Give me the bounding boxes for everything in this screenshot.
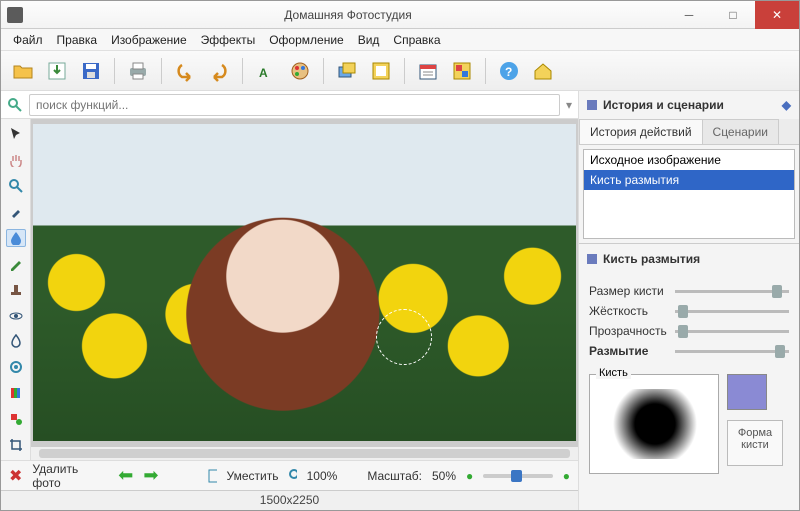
brush-color-swatch[interactable]: [727, 374, 767, 410]
collage-button[interactable]: [448, 57, 476, 85]
shapes-tool[interactable]: [6, 410, 26, 428]
stamp-tool[interactable]: [6, 281, 26, 299]
menu-view[interactable]: Вид: [352, 31, 386, 49]
save-button[interactable]: [77, 57, 105, 85]
brush-legend: Кисть: [596, 367, 631, 379]
panel-icon: [587, 254, 597, 264]
menu-edit[interactable]: Правка: [51, 31, 104, 49]
history-item[interactable]: Кисть размытия: [584, 170, 794, 190]
brush-cursor: [376, 309, 432, 365]
gradient-tool[interactable]: [6, 384, 26, 402]
bottom-bar: ✖ Удалить фото ⬅ ➡ Уместить 100% Масштаб…: [1, 460, 578, 490]
menubar: Файл Правка Изображение Эффекты Оформлен…: [1, 29, 799, 51]
tool-panel-title: Кисть размытия: [603, 252, 700, 266]
calendar-button[interactable]: [414, 57, 442, 85]
pointer-tool[interactable]: [6, 125, 26, 143]
blur-slider[interactable]: [675, 350, 789, 353]
next-button[interactable]: ➡: [143, 465, 158, 486]
smudge-tool[interactable]: [6, 332, 26, 350]
crop-tool[interactable]: [6, 436, 26, 454]
search-input[interactable]: [29, 94, 560, 116]
function-search-bar: ▾: [1, 91, 578, 119]
maximize-button[interactable]: □: [711, 1, 755, 29]
minimize-button[interactable]: ─: [667, 1, 711, 29]
hardness-label: Жёсткость: [589, 304, 669, 318]
menu-effects[interactable]: Эффекты: [195, 31, 262, 49]
history-list[interactable]: Исходное изображение Кисть размытия: [583, 149, 795, 239]
text-tool-button[interactable]: A: [252, 57, 280, 85]
zoom-100-button[interactable]: 100%: [307, 469, 338, 483]
horizontal-scrollbar[interactable]: [31, 446, 578, 460]
tool-panel-header: Кисть размытия: [579, 243, 799, 274]
size-label: Размер кисти: [589, 284, 669, 298]
help-button[interactable]: ?: [495, 57, 523, 85]
brush-shape-button[interactable]: Форма кисти: [727, 420, 783, 466]
tool-strip: [1, 119, 31, 460]
search-icon: [7, 97, 23, 113]
tab-history[interactable]: История действий: [579, 119, 703, 144]
frame-button[interactable]: [367, 57, 395, 85]
layers-button[interactable]: [333, 57, 361, 85]
right-panel-header: История и сценарии ◆: [579, 91, 799, 119]
canvas[interactable]: [31, 119, 578, 446]
menu-image[interactable]: Изображение: [105, 31, 193, 49]
fit-button[interactable]: Уместить: [227, 469, 279, 483]
scale-value: 50%: [432, 469, 456, 483]
import-button[interactable]: [43, 57, 71, 85]
app-icon: [7, 7, 23, 23]
blur-tool[interactable]: [6, 229, 26, 247]
svg-text:?: ?: [505, 65, 512, 79]
main-toolbar: A ?: [1, 51, 799, 91]
window-title: Домашняя Фотостудия: [29, 8, 667, 22]
status-bar: 1500x2250: [1, 490, 578, 510]
panel-icon: [587, 100, 597, 110]
collapse-icon[interactable]: ◆: [782, 98, 791, 112]
blur-label: Размытие: [589, 344, 669, 358]
print-button[interactable]: [124, 57, 152, 85]
panel-header-title: История и сценарии: [603, 98, 724, 112]
redo-button[interactable]: [205, 57, 233, 85]
size-slider[interactable]: [675, 290, 789, 293]
zoom100-icon: [289, 469, 297, 483]
zoom-tool[interactable]: [6, 177, 26, 195]
menu-decoration[interactable]: Оформление: [263, 31, 349, 49]
tab-scenarios[interactable]: Сценарии: [702, 119, 779, 144]
hardness-slider[interactable]: [675, 310, 789, 313]
menu-file[interactable]: Файл: [7, 31, 49, 49]
delete-icon[interactable]: ✖: [9, 466, 22, 486]
svg-text:A: A: [259, 66, 268, 80]
eyedropper-tool[interactable]: [6, 358, 26, 376]
undo-button[interactable]: [171, 57, 199, 85]
open-folder-button[interactable]: [9, 57, 37, 85]
palette-button[interactable]: [286, 57, 314, 85]
fit-icon: [208, 469, 216, 483]
search-dropdown-icon[interactable]: ▾: [566, 98, 572, 112]
titlebar: Домашняя Фотостудия ─ □ ✕: [1, 1, 799, 29]
delete-photo-button[interactable]: Удалить фото: [32, 462, 78, 490]
zoom-out-button[interactable]: ●: [466, 469, 473, 483]
opacity-label: Прозрачность: [589, 324, 669, 338]
photo-image: [33, 124, 576, 441]
prev-button[interactable]: ⬅: [118, 465, 133, 486]
close-button[interactable]: ✕: [755, 1, 799, 29]
right-panel: История и сценарии ◆ История действий Сц…: [579, 91, 799, 510]
history-item[interactable]: Исходное изображение: [584, 150, 794, 170]
home-button[interactable]: [529, 57, 557, 85]
zoom-slider[interactable]: [483, 474, 552, 478]
brush-preview: Кисть: [589, 374, 719, 474]
scale-label: Масштаб:: [367, 469, 422, 483]
brush-tool[interactable]: [6, 203, 26, 221]
zoom-in-button[interactable]: ●: [563, 469, 570, 483]
hand-tool[interactable]: [6, 151, 26, 169]
opacity-slider[interactable]: [675, 330, 789, 333]
pencil-tool[interactable]: [6, 255, 26, 273]
menu-help[interactable]: Справка: [387, 31, 446, 49]
eye-tool[interactable]: [6, 307, 26, 325]
